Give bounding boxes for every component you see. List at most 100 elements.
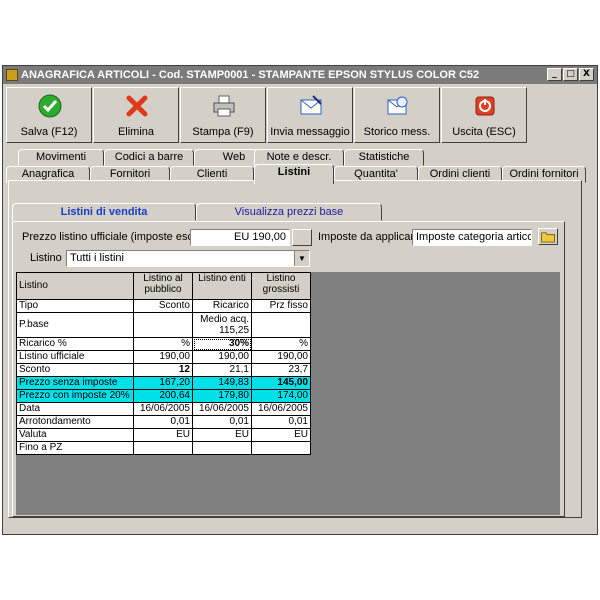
tab-movimenti[interactable]: Movimenti (18, 149, 104, 166)
send-message-label: Invia messaggio (270, 126, 350, 138)
cell[interactable]: 23,7 (251, 363, 311, 377)
listino-select[interactable]: Tutti i listini ▼ (66, 250, 310, 267)
table-row: Fino a PZ (16, 441, 311, 455)
cell[interactable]: Medio acq. 115,25 (192, 312, 252, 338)
cell[interactable] (133, 312, 193, 338)
row-label-tipo: Tipo (16, 299, 134, 313)
listino-label: Listino : (30, 252, 68, 264)
cell[interactable] (133, 441, 193, 455)
cell[interactable]: 145,00 (251, 376, 311, 390)
title-bar: ANAGRAFICA ARTICOLI - Cod. STAMP0001 - S… (3, 66, 597, 84)
grid-header-row: Listino Listino al pubblico Listino enti… (16, 272, 311, 300)
table-row: P.base Medio acq. 115,25 (16, 312, 311, 338)
row-label-data: Data (16, 402, 134, 416)
cell[interactable] (251, 312, 311, 338)
imposte-label: Imposte da applicare : (318, 231, 427, 243)
cell[interactable]: 190,00 (192, 350, 252, 364)
cell[interactable]: 16/06/2005 (192, 402, 252, 416)
table-row: Prezzo con imposte 20% 200,64 179,80 174… (16, 389, 311, 403)
send-message-icon (300, 95, 322, 115)
printer-icon (213, 95, 235, 117)
message-history-button[interactable]: Storico mess. (354, 87, 440, 143)
row-label-fino-a-pz: Fino a PZ (16, 441, 134, 455)
row-label-prezzo-senza-imposte: Prezzo senza imposte (16, 376, 134, 390)
maximize-button[interactable]: □ (563, 68, 578, 81)
delete-label: Elimina (117, 126, 155, 138)
window-title: ANAGRAFICA ARTICOLI - Cod. STAMP0001 - S… (21, 69, 480, 81)
subtab-visualizza-prezzi-base[interactable]: Visualizza prezzi base (196, 203, 382, 221)
cell[interactable]: 0,01 (133, 415, 193, 429)
table-row: Tipo Sconto Ricarico Prz fisso (16, 299, 311, 313)
message-history-icon (387, 96, 408, 115)
row-label-listino-ufficiale: Listino ufficiale (16, 350, 134, 364)
imposte-field[interactable]: Imposte categoria articolo (412, 229, 532, 246)
send-message-button[interactable]: Invia messaggio (267, 87, 353, 143)
cell[interactable]: Ricarico (192, 299, 252, 313)
cell[interactable]: 200,64 (133, 389, 193, 403)
cell[interactable]: 16/06/2005 (251, 402, 311, 416)
print-button[interactable]: Stampa (F9) (180, 87, 266, 143)
cell[interactable]: % (133, 337, 193, 351)
row-label-valuta: Valuta (16, 428, 134, 442)
cell[interactable]: 16/06/2005 (133, 402, 193, 416)
delete-button[interactable]: Elimina (93, 87, 179, 143)
exit-icon (475, 96, 495, 116)
prezzo-button[interactable] (292, 229, 312, 246)
cell[interactable]: 174,00 (251, 389, 311, 403)
grid-header-listino: Listino (16, 272, 134, 300)
minimize-button[interactable]: _ (547, 68, 562, 81)
table-row: Ricarico % % 30% % (16, 337, 311, 351)
cell[interactable] (192, 441, 252, 455)
print-label: Stampa (F9) (192, 126, 254, 138)
save-button[interactable]: Salva (F12) (6, 87, 92, 143)
row-label-pbase: P.base (16, 312, 134, 338)
exit-button[interactable]: Uscita (ESC) (441, 87, 527, 143)
grid-header-grossisti[interactable]: Listino grossisti (251, 272, 311, 300)
table-row: Sconto 12 21,1 23,7 (16, 363, 311, 377)
close-button[interactable]: X (579, 68, 594, 81)
table-row: Valuta EU EU EU (16, 428, 311, 442)
cell[interactable]: % (251, 337, 311, 351)
folder-icon (541, 232, 555, 243)
check-icon (38, 94, 62, 118)
cell[interactable]: Sconto (133, 299, 193, 313)
cell[interactable]: 190,00 (251, 350, 311, 364)
cell[interactable]: 167,20 (133, 376, 193, 390)
tab-codici-a-barre[interactable]: Codici a barre (104, 149, 194, 166)
cell[interactable]: EU (133, 428, 193, 442)
save-label: Salva (F12) (20, 126, 78, 138)
subtab-listini-di-vendita[interactable]: Listini di vendita (12, 203, 196, 221)
cell[interactable]: 190,00 (133, 350, 193, 364)
cell[interactable]: 30% (192, 337, 252, 351)
chevron-down-icon[interactable]: ▼ (294, 251, 309, 266)
listini-grid: Listino Listino al pubblico Listino enti… (16, 272, 311, 455)
prezzo-field[interactable]: EU 190,00 (190, 229, 290, 246)
cell[interactable]: 179,80 (192, 389, 252, 403)
table-row: Arrotondamento 0,01 0,01 0,01 (16, 415, 311, 429)
cell[interactable]: Prz fisso (251, 299, 311, 313)
exit-label: Uscita (ESC) (452, 126, 516, 138)
cell[interactable]: 12 (133, 363, 193, 377)
row-label-prezzo-con-imposte: Prezzo con imposte 20% (16, 389, 134, 403)
row-label-arrotondamento: Arrotondamento (16, 415, 134, 429)
cell[interactable]: 149,83 (192, 376, 252, 390)
table-row: Listino ufficiale 190,00 190,00 190,00 (16, 350, 311, 364)
grid-header-enti[interactable]: Listino enti (192, 272, 252, 300)
delete-x-icon (126, 95, 148, 117)
listini-grid-area: Listino Listino al pubblico Listino enti… (16, 272, 560, 515)
row-label-sconto: Sconto (16, 363, 134, 377)
table-row: Data 16/06/2005 16/06/2005 16/06/2005 (16, 402, 311, 416)
imposte-browse-button[interactable] (538, 228, 558, 245)
listino-select-value: Tutti i listini (70, 252, 124, 264)
cell[interactable]: 21,1 (192, 363, 252, 377)
message-history-label: Storico mess. (363, 126, 431, 138)
grid-header-pubblico[interactable]: Listino al pubblico (133, 272, 193, 300)
row-label-ricarico: Ricarico % (16, 337, 134, 351)
cell[interactable]: 0,01 (192, 415, 252, 429)
cell[interactable]: EU (251, 428, 311, 442)
cell[interactable] (251, 441, 311, 455)
tab-listini[interactable]: Listini (254, 164, 334, 184)
cell[interactable]: 0,01 (251, 415, 311, 429)
tab-statistiche[interactable]: Statistiche (344, 149, 424, 166)
cell[interactable]: EU (192, 428, 252, 442)
